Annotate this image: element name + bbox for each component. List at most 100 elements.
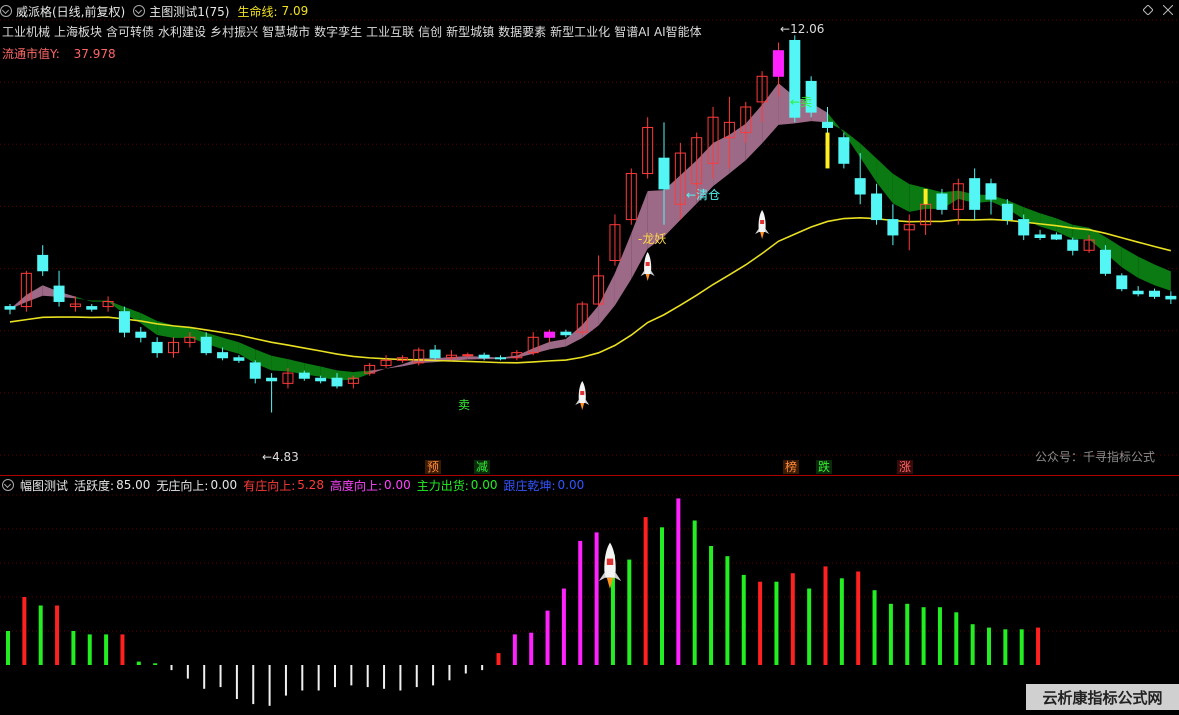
sector-tag[interactable]: 新型城镇 <box>446 23 494 40</box>
candlestick-svg[interactable] <box>0 0 1179 475</box>
footer-brand: 云析康指标公式网 <box>1026 684 1179 710</box>
close-icon[interactable] <box>1163 5 1173 15</box>
high-price-label: ←12.06 <box>780 22 825 36</box>
histogram-bar <box>758 581 763 665</box>
histogram-bar <box>432 665 435 686</box>
circulation-cap: 流通市值Y: 37.978 <box>2 45 116 62</box>
ma-band-segment <box>762 83 779 144</box>
histogram-bar <box>725 556 730 665</box>
histogram-bar <box>136 661 141 665</box>
ma-band-segment <box>1040 213 1057 232</box>
low-price-label: ←4.83 <box>262 450 299 464</box>
indicator-name[interactable]: 主图测试1(75) <box>149 3 229 20</box>
collapse-icon[interactable] <box>0 5 12 17</box>
candle-body <box>1067 239 1079 251</box>
sector-tag[interactable]: 智慧城市 <box>262 23 310 40</box>
rocket-window <box>606 558 614 565</box>
histogram-bar <box>790 573 795 665</box>
histogram-bar <box>399 665 402 691</box>
histogram-bar <box>186 665 189 679</box>
histogram-bar <box>987 627 991 665</box>
sector-tag[interactable]: 工业机械 <box>2 23 50 40</box>
ma-band-segment <box>386 364 403 369</box>
candle-body <box>560 331 572 336</box>
histogram-bar <box>415 665 418 688</box>
candle-body <box>871 193 883 221</box>
histogram-bar <box>627 559 632 665</box>
special-bar <box>825 132 830 169</box>
stock-name: 威派格(日线,前复权) <box>16 4 126 19</box>
dragon-signal: -龙妖 <box>638 232 667 246</box>
histogram-bar <box>741 574 746 665</box>
main-candlestick-chart[interactable] <box>0 0 1179 475</box>
candle-body <box>495 357 506 360</box>
histogram-bar <box>334 665 336 688</box>
sector-tag[interactable]: 新型工业化 <box>550 23 610 40</box>
ma-band-segment <box>533 341 550 354</box>
histogram-bar <box>905 603 910 665</box>
candle-body <box>135 331 147 338</box>
histogram-bar <box>22 597 27 665</box>
sector-tag[interactable]: 乡村振兴 <box>210 23 258 40</box>
sector-tag[interactable]: 水利建设 <box>158 23 206 40</box>
sector-tag[interactable]: 智谱AI <box>614 23 650 40</box>
circulation-value: 37.978 <box>73 47 116 61</box>
candle-body <box>315 377 327 382</box>
histogram-bar <box>643 517 648 665</box>
sell-signal-top: ←卖 <box>790 95 813 109</box>
histogram-bar <box>807 588 812 665</box>
ma-band-segment <box>222 337 239 354</box>
histogram-bar <box>512 634 517 665</box>
candle-body <box>1001 203 1013 221</box>
sub-histogram-chart[interactable] <box>0 475 1179 712</box>
candle-body <box>331 377 343 387</box>
histogram-bar <box>252 665 255 705</box>
candle-body <box>1149 290 1160 297</box>
rocket-icon <box>598 542 622 589</box>
sector-tag[interactable]: AI智能体 <box>654 23 702 40</box>
histogram-bar <box>561 588 566 665</box>
ma-band-segment <box>549 338 566 350</box>
lifeline-value: 7.09 <box>281 4 309 18</box>
candle-body <box>1034 234 1046 239</box>
histogram-bar <box>38 605 43 665</box>
histogram-bar <box>203 665 206 689</box>
histogram-svg[interactable] <box>0 475 1179 712</box>
sector-tag[interactable]: 数字孪生 <box>314 23 362 40</box>
histogram-bar <box>170 665 173 671</box>
rocket-window <box>760 220 765 224</box>
ma-band-segment <box>909 183 926 212</box>
candle-body <box>936 193 948 210</box>
sector-tag[interactable]: 信创 <box>418 23 442 40</box>
candle-body <box>985 183 997 200</box>
histogram-bar <box>235 665 238 699</box>
candle-body <box>233 357 245 361</box>
signal-tag: 榜 <box>783 460 800 474</box>
histogram-bar <box>448 665 451 681</box>
histogram-bar <box>1003 629 1008 665</box>
sector-tag[interactable]: 工业互联 <box>366 23 414 40</box>
ma-band-segment <box>271 355 288 372</box>
diamond-icon[interactable] <box>1143 5 1153 15</box>
special-bar <box>923 188 928 205</box>
candle-body <box>429 349 441 359</box>
candle-body <box>249 362 261 379</box>
ma-band-segment <box>892 173 910 212</box>
candle-body <box>462 354 474 357</box>
histogram-bar <box>71 631 76 665</box>
histogram-bar <box>856 571 861 665</box>
indicator-toggle-icon[interactable] <box>133 5 146 17</box>
sector-tag[interactable]: 含可转债 <box>106 23 154 40</box>
histogram-bar <box>219 665 222 688</box>
signal-tag: 预 <box>425 460 442 474</box>
histogram-bar <box>6 631 10 665</box>
histogram-bar <box>87 634 92 665</box>
candle-body <box>478 354 490 359</box>
sector-tag[interactable]: 数据要素 <box>498 23 546 40</box>
candle-body <box>544 331 556 338</box>
histogram-bar <box>937 607 942 665</box>
sector-tag[interactable]: 上海板块 <box>54 23 102 40</box>
sell-signal-mid: 卖 <box>458 398 471 412</box>
histogram-bar <box>774 581 779 665</box>
candle-body <box>4 306 16 310</box>
